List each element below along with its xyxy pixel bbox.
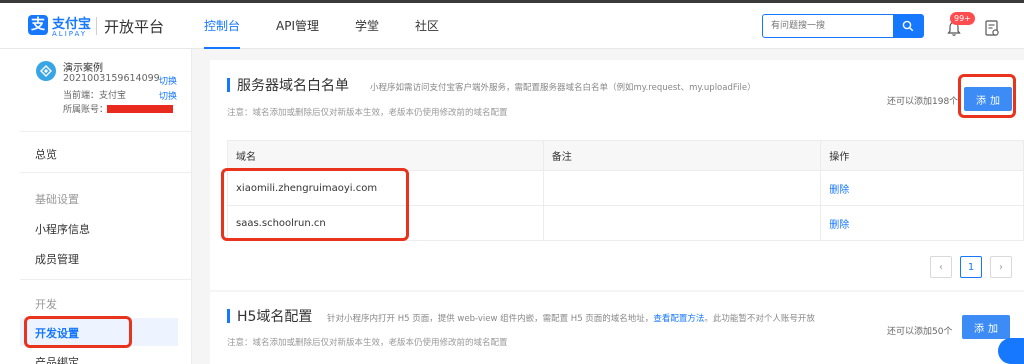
delete-link[interactable]: 删除 [820,205,1024,241]
remaining-count: 还可以添加198个 [887,97,959,107]
top-bar: 支 支付宝 ALIPAY 开放平台 控制台 API管理 学堂 社区 99+ [0,3,1024,49]
annotation-add-button [958,74,1016,118]
document-icon[interactable] [984,20,1000,37]
h5-desc-text: 针对小程序内打开 H5 页面，提供 web-view 组件内嵌，需配置 H5 页… [327,314,654,324]
annotation-domain-rows [221,168,409,241]
app-name: 演示案例 [63,63,103,74]
col-remark: 备注 [542,140,822,171]
sidebar-group-dev: 开发 [35,298,57,311]
section-marker [227,78,230,92]
page-1-button[interactable]: 1 [960,256,982,278]
redacted-account [107,105,173,113]
h5-remaining-count: 还可以添加50个 [887,327,953,337]
remark-cell [542,205,822,241]
prev-page-button[interactable]: ‹ [930,256,952,278]
search-button[interactable] [893,15,923,37]
sidebar-divider [20,131,192,132]
brand-name-en: ALIPAY [52,30,88,38]
notification-badge: 99+ [950,12,975,25]
app-icon [36,61,56,81]
remark-cell [542,170,822,206]
next-page-button[interactable]: › [990,256,1012,278]
sidebar-divider [20,172,192,173]
section-marker [227,309,230,323]
annotation-dev-settings [24,316,132,348]
chat-help-button[interactable] [998,338,1024,364]
pagination: ‹ 1 › [922,256,1012,278]
app-logo-icon [40,65,52,77]
section-note: 注意：域名添加或删除后仅对新版本生效，老版本仍使用修改前的域名配置 [227,108,508,118]
nav-academy[interactable]: 学堂 [355,3,379,49]
sidebar-divider [20,279,192,280]
section-title: 服务器域名白名单 [237,78,349,94]
sidebar-item-overview[interactable]: 总览 [35,146,57,162]
col-domain: 域名 [227,140,544,171]
sidebar-item-product-bind[interactable]: 产品绑定 [35,354,79,364]
sidebar-item-app-info[interactable]: 小程序信息 [35,221,90,237]
add-h5-domain-button[interactable]: 添加 [962,315,1010,339]
table-header-row: 域名 备注 操作 [227,140,1024,171]
nav-api[interactable]: API管理 [276,3,319,49]
h5-domain-card: H5域名配置 针对小程序内打开 H5 页面，提供 web-view 组件内嵌，需… [210,292,1024,364]
switch-terminal-link[interactable]: 切换 [159,89,177,102]
search-icon [902,20,914,32]
app-id: 2021003159614099 [63,73,160,84]
main-nav: 控制台 API管理 学堂 社区 [204,3,475,49]
h5-section-title: H5域名配置 [237,309,313,325]
config-method-link[interactable]: 查看配置方法 [653,314,704,324]
delete-link[interactable]: 删除 [820,170,1024,206]
sidebar-item-members[interactable]: 成员管理 [35,251,79,267]
col-action: 操作 [820,140,1024,171]
nav-console[interactable]: 控制台 [204,3,241,49]
search-input[interactable] [763,15,895,37]
current-terminal: 当前端：支付宝 [63,91,127,101]
h5-desc-text-end: 。此功能暂不对个人账号开放 [704,314,815,324]
h5-section-description: 针对小程序内打开 H5 页面，提供 web-view 组件内嵌，需配置 H5 页… [327,312,815,324]
alipay-logo-icon[interactable]: 支 [28,15,48,35]
platform-title[interactable]: 开放平台 [104,16,164,37]
search-box [762,14,924,38]
account-label: 所属账号： [63,105,109,115]
switch-app-link[interactable]: 切换 [159,74,177,87]
sidebar-group-basic: 基础设置 [35,193,79,206]
nav-community[interactable]: 社区 [415,3,439,49]
logo-divider [96,17,97,35]
h5-section-note: 注意：域名添加或删除后仅对新版本生效，老版本仍使用修改前的域名配置 [227,338,508,348]
section-description: 小程序如需访问支付宝客户端外服务，需配置服务器域名白名单（例如my.reques… [370,83,756,93]
